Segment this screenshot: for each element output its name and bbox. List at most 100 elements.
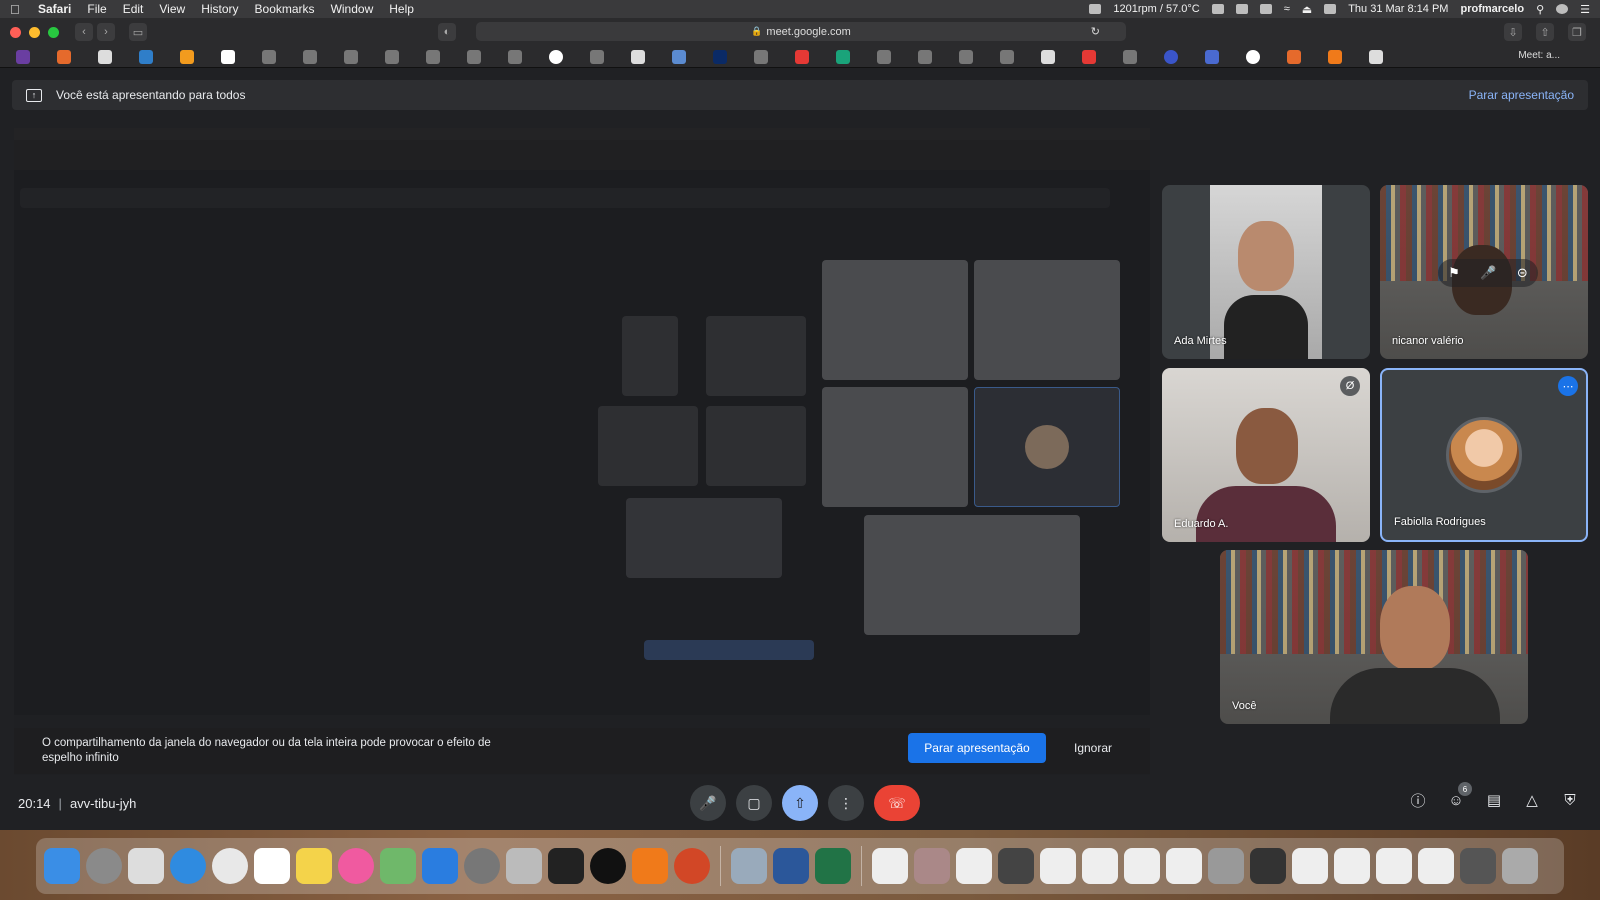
app-status-icon[interactable] — [1211, 4, 1224, 14]
excel-icon[interactable] — [815, 848, 851, 884]
pin-icon[interactable]: ⚑ — [1448, 265, 1460, 281]
wifi-icon[interactable]: ≈ — [1284, 3, 1290, 15]
privacy-shield-icon[interactable]: ◐ — [438, 23, 456, 41]
address-bar[interactable]: 🔒 meet.google.com ↻ — [476, 22, 1126, 41]
participant-tile-eduardo[interactable]: Ø Eduardo A. — [1162, 368, 1370, 542]
ignore-button[interactable]: Ignorar — [1074, 733, 1112, 763]
people-icon[interactable]: ☺ 6 — [1446, 782, 1472, 810]
spotlight-icon[interactable]: ⚲ — [1536, 3, 1544, 16]
favorite-icon[interactable] — [1082, 49, 1096, 64]
powerpoint-icon[interactable] — [674, 848, 710, 884]
favorite-icon[interactable] — [262, 49, 276, 64]
launchpad-icon[interactable] — [86, 848, 122, 884]
zoom-window-button[interactable] — [48, 26, 59, 38]
favorite-icon[interactable] — [1205, 49, 1219, 64]
menu-app-name[interactable]: Safari — [38, 2, 71, 16]
favorite-icon[interactable] — [1328, 49, 1342, 64]
utility-icon[interactable] — [506, 848, 542, 884]
end-call-icon[interactable]: ☏ — [874, 785, 920, 821]
document-icon[interactable] — [1460, 848, 1496, 884]
safari-icon[interactable] — [170, 848, 206, 884]
clock[interactable]: Thu 31 Mar 8:14 PM — [1348, 3, 1448, 15]
favorite-icon[interactable] — [1123, 49, 1137, 64]
document-icon[interactable] — [1250, 848, 1286, 884]
favorite-icon[interactable] — [16, 49, 30, 64]
document-icon[interactable] — [1334, 848, 1370, 884]
document-icon[interactable] — [1082, 848, 1118, 884]
document-icon[interactable] — [1040, 848, 1076, 884]
stickies-icon[interactable] — [296, 848, 332, 884]
reload-icon[interactable]: ↻ — [1091, 25, 1100, 38]
minimize-window-button[interactable] — [29, 26, 40, 38]
document-icon[interactable] — [914, 848, 950, 884]
favorite-icon[interactable] — [98, 49, 112, 64]
menu-bookmarks[interactable]: Bookmarks — [255, 2, 315, 16]
favorite-icon[interactable] — [672, 49, 686, 64]
favorite-icon[interactable] — [877, 49, 891, 64]
word-icon[interactable] — [773, 848, 809, 884]
favorite-icon[interactable] — [590, 49, 604, 64]
favorite-icon[interactable] — [1000, 49, 1014, 64]
more-options-icon[interactable]: ⋯ — [1558, 376, 1578, 396]
favorite-icon[interactable] — [385, 49, 399, 64]
favorite-icon[interactable] — [631, 49, 645, 64]
favorite-icon[interactable] — [549, 49, 563, 64]
favorite-icon[interactable] — [57, 49, 71, 64]
flag-icon[interactable] — [1324, 4, 1337, 14]
sidebar-toggle-icon[interactable]: ▭ — [129, 23, 147, 41]
siri-icon[interactable] — [1556, 4, 1569, 14]
menu-window[interactable]: Window — [331, 2, 374, 16]
mic-icon[interactable]: 🎤 — [690, 785, 726, 821]
close-window-button[interactable] — [10, 26, 21, 38]
system-preferences-icon[interactable] — [464, 848, 500, 884]
document-icon[interactable] — [1292, 848, 1328, 884]
books-icon[interactable] — [632, 848, 668, 884]
favorite-icon[interactable] — [221, 49, 235, 64]
document-icon[interactable] — [956, 848, 992, 884]
favorite-icon[interactable] — [1369, 49, 1383, 64]
trash-icon[interactable] — [1502, 848, 1538, 884]
favorite-icon[interactable] — [180, 49, 194, 64]
menu-file[interactable]: File — [87, 2, 106, 16]
favorite-icon[interactable] — [1041, 49, 1055, 64]
camera-icon[interactable]: ▢ — [736, 785, 772, 821]
music-icon[interactable] — [338, 848, 374, 884]
control-center-icon[interactable]: ☰ — [1580, 3, 1590, 16]
favorite-icon[interactable] — [426, 49, 440, 64]
downloads-icon[interactable]: ⇩ — [1504, 23, 1522, 41]
favorite-icon[interactable] — [344, 49, 358, 64]
favorite-icon[interactable] — [795, 49, 809, 64]
menu-history[interactable]: History — [201, 2, 238, 16]
time-machine-icon[interactable] — [1235, 4, 1248, 14]
favorite-icon[interactable] — [713, 49, 727, 64]
favorite-icon[interactable] — [139, 49, 153, 64]
stop-presenting-link[interactable]: Parar apresentação — [1469, 88, 1574, 102]
document-icon[interactable] — [1124, 848, 1160, 884]
shield-icon[interactable]: ⛨ — [1560, 790, 1580, 810]
share-icon[interactable]: ⇧ — [1536, 23, 1554, 41]
document-icon[interactable] — [998, 848, 1034, 884]
menu-edit[interactable]: Edit — [123, 2, 144, 16]
favorite-icon[interactable] — [1287, 49, 1301, 64]
participant-tile-nicanor[interactable]: ⚑ 🎤 ⊝ nicanor valério — [1380, 185, 1588, 359]
activities-icon[interactable]: △ — [1522, 790, 1542, 810]
present-icon[interactable]: ⇧ — [782, 785, 818, 821]
favorite-icon[interactable] — [918, 49, 932, 64]
maps-icon[interactable] — [380, 848, 416, 884]
document-icon[interactable] — [872, 848, 908, 884]
app-icon[interactable] — [590, 848, 626, 884]
meet-tab[interactable]: Meet: a... — [1518, 50, 1560, 61]
menu-help[interactable]: Help — [389, 2, 414, 16]
chrome-icon[interactable] — [212, 848, 248, 884]
back-button[interactable]: ‹ — [75, 23, 93, 41]
favorite-icon[interactable] — [959, 49, 973, 64]
favorite-icon[interactable] — [836, 49, 850, 64]
favorite-icon[interactable] — [1164, 49, 1178, 64]
eject-icon[interactable]: ⏏ — [1302, 3, 1312, 16]
document-icon[interactable] — [1208, 848, 1244, 884]
favorite-icon[interactable] — [467, 49, 481, 64]
favorite-icon[interactable] — [1246, 49, 1260, 64]
mic-icon[interactable]: 🎤 — [1480, 265, 1496, 281]
remove-icon[interactable]: ⊝ — [1517, 265, 1528, 281]
screen-share-status-icon[interactable] — [1089, 4, 1102, 14]
